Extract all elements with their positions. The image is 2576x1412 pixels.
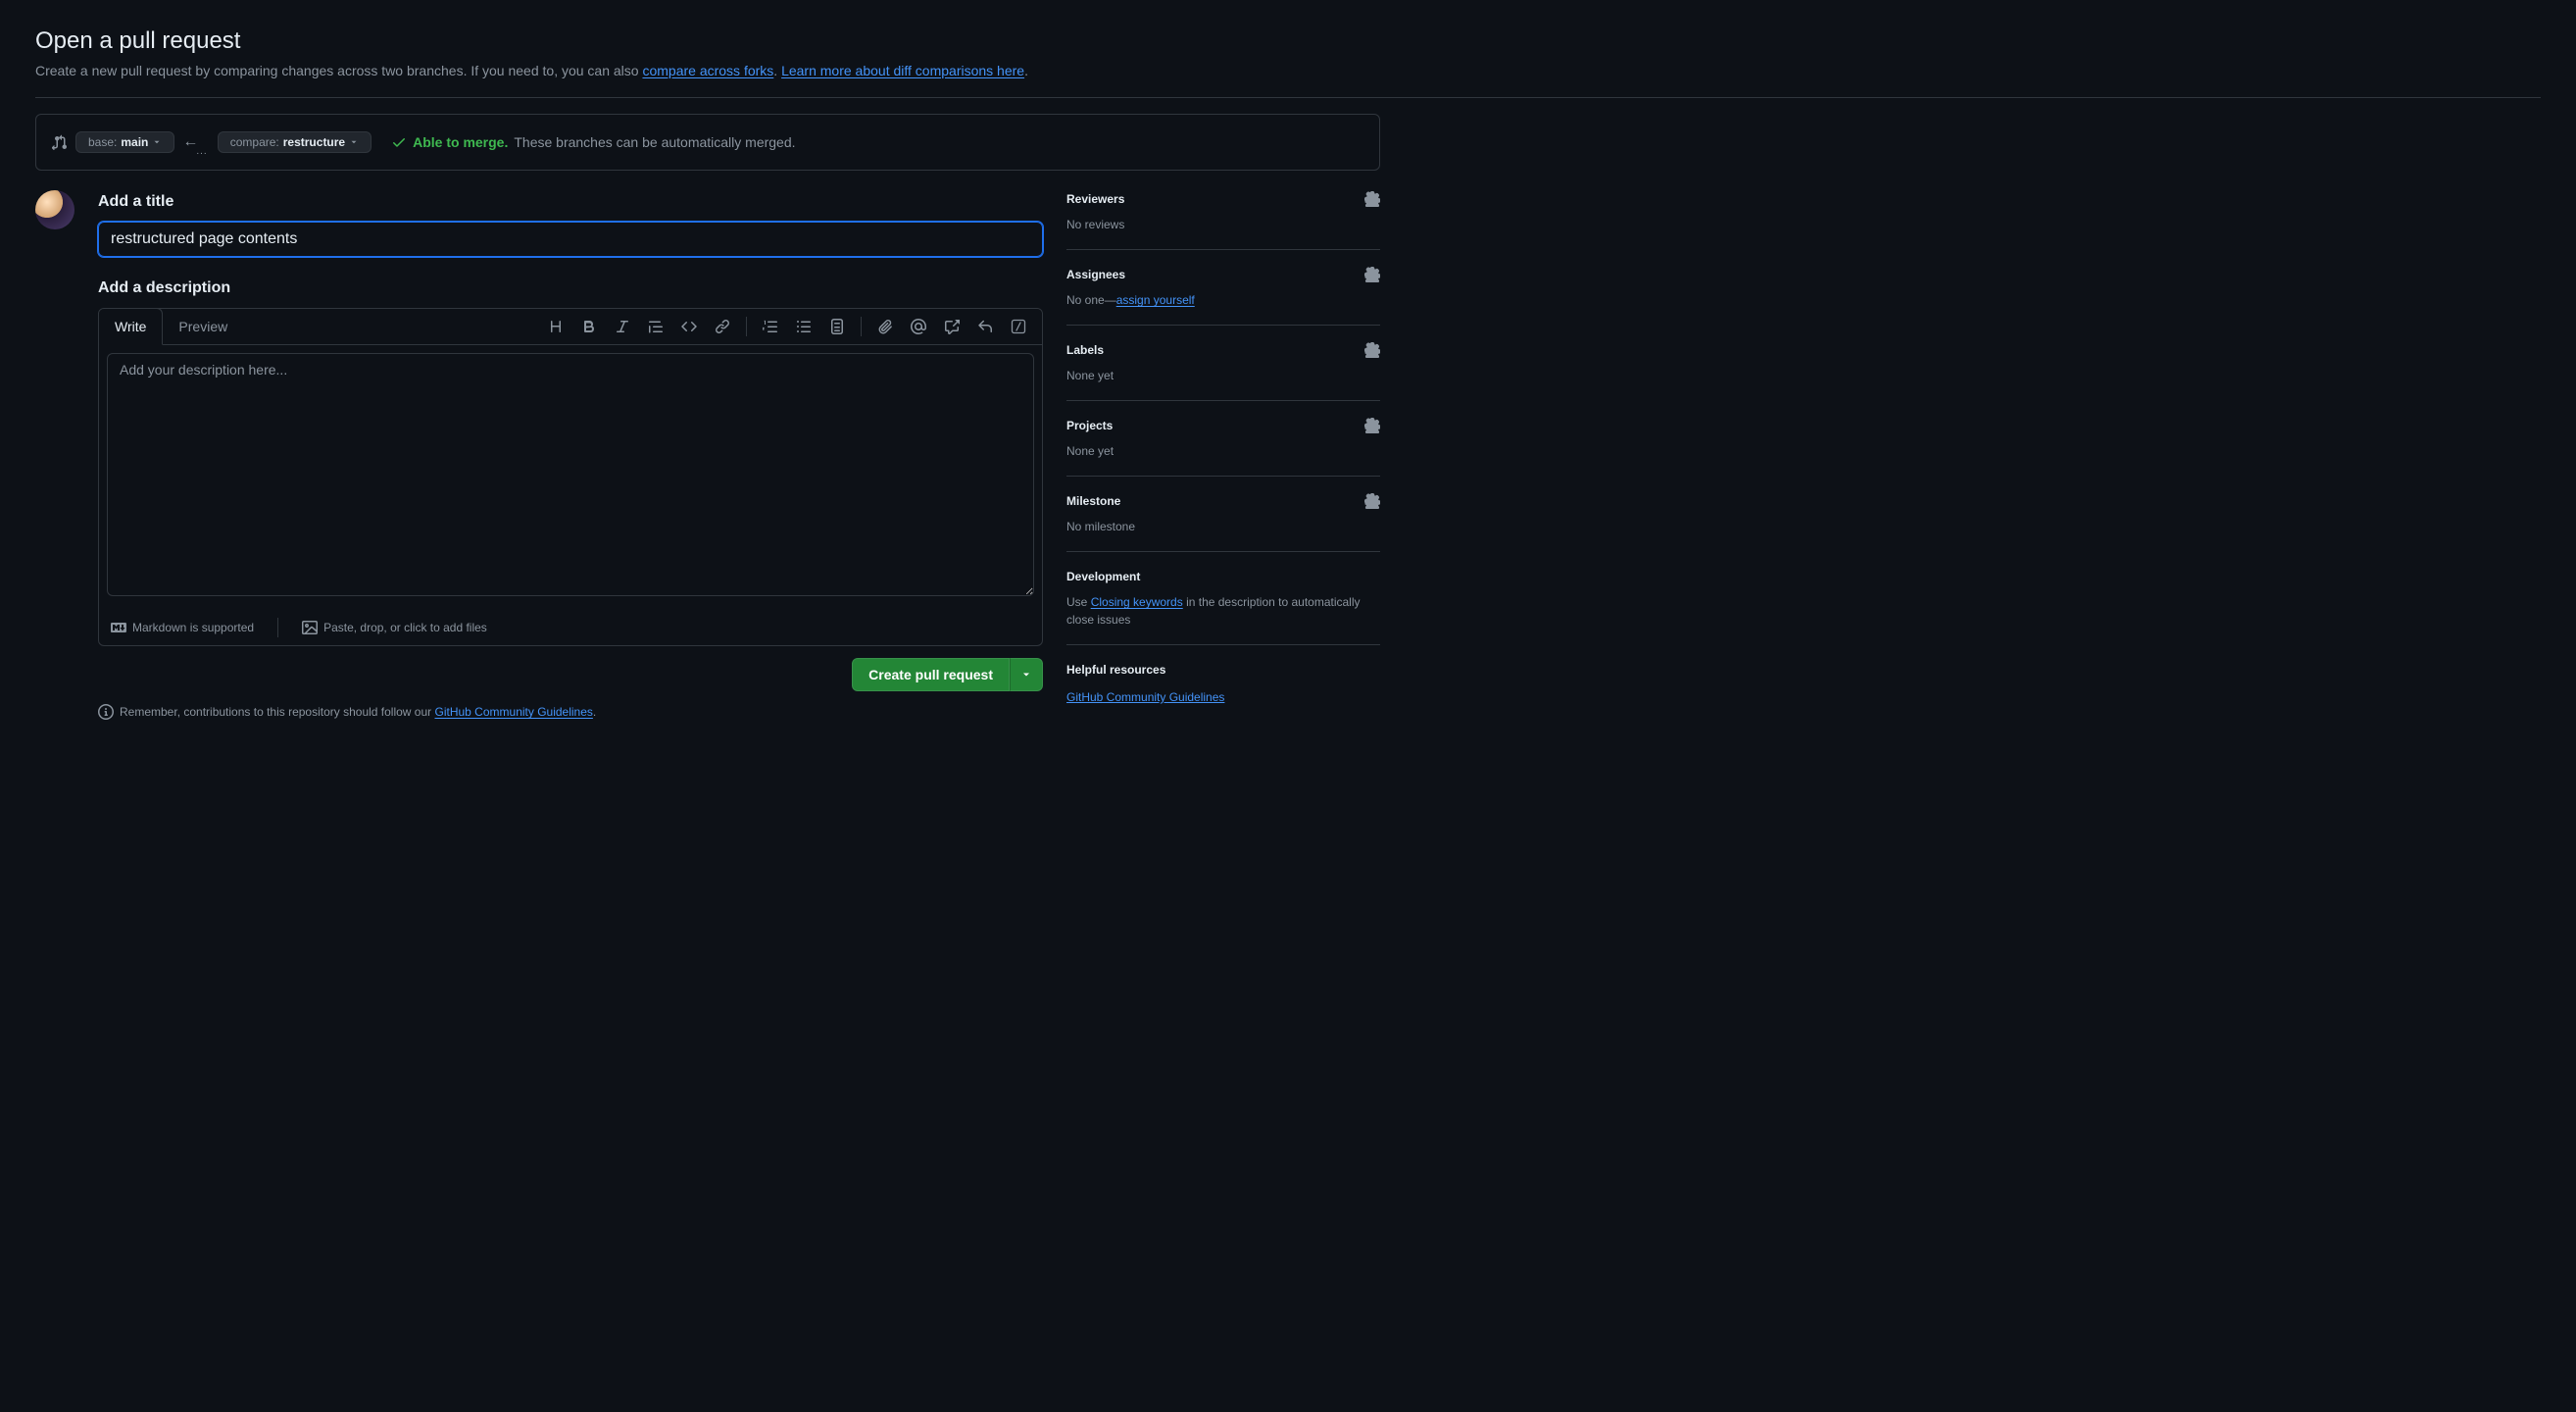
page-subtitle: Create a new pull request by comparing c… (35, 61, 2541, 98)
compare-branch-selector[interactable]: compare: restructure (218, 131, 372, 153)
milestone-title: Milestone (1066, 492, 1120, 510)
editor-toolbar (532, 311, 1042, 342)
heading-icon[interactable] (540, 311, 571, 342)
ordered-list-icon[interactable] (755, 311, 786, 342)
branch-comparison-box: base: main ←... compare: restructure Abl… (35, 114, 1380, 171)
footer-separator (277, 618, 278, 637)
assignees-title: Assignees (1066, 266, 1125, 283)
merge-able-text: Able to merge. (413, 132, 508, 153)
reviewers-body: No reviews (1066, 216, 1380, 233)
quote-icon[interactable] (640, 311, 671, 342)
info-icon (98, 704, 114, 720)
projects-body: None yet (1066, 442, 1380, 460)
assignees-body: No one—assign yourself (1066, 291, 1380, 309)
assign-yourself-link[interactable]: assign yourself (1116, 293, 1195, 307)
base-branch-selector[interactable]: base: main (75, 131, 174, 153)
create-pull-request-button[interactable]: Create pull request (852, 658, 1010, 691)
create-pull-request-dropdown[interactable] (1010, 658, 1043, 691)
tab-preview[interactable]: Preview (163, 309, 243, 344)
attach-icon[interactable] (869, 311, 901, 342)
image-icon (302, 620, 318, 635)
task-list-icon[interactable] (821, 311, 853, 342)
link-icon[interactable] (707, 311, 738, 342)
gear-icon[interactable] (1364, 493, 1380, 509)
compare-icon (52, 134, 68, 150)
code-icon[interactable] (673, 311, 705, 342)
title-input[interactable] (98, 222, 1043, 257)
compare-forks-link[interactable]: compare across forks (642, 63, 773, 78)
slash-commands-icon[interactable] (1003, 311, 1034, 342)
contribution-guidelines-note: Remember, contributions to this reposito… (98, 703, 1043, 721)
toolbar-separator (861, 317, 862, 336)
file-upload-link[interactable]: Paste, drop, or click to add files (302, 619, 487, 636)
tab-write[interactable]: Write (98, 308, 163, 345)
caret-down-icon (152, 137, 162, 147)
gear-icon[interactable] (1364, 191, 1380, 207)
caret-down-icon (349, 137, 359, 147)
development-body: Use Closing keywords in the description … (1066, 593, 1380, 629)
closing-keywords-link[interactable]: Closing keywords (1091, 595, 1183, 609)
page-title: Open a pull request (35, 24, 2541, 59)
labels-title: Labels (1066, 341, 1104, 359)
community-guidelines-link[interactable]: GitHub Community Guidelines (1066, 690, 1224, 704)
mention-icon[interactable] (903, 311, 934, 342)
sidebar: Reviewers No reviews Assignees No one—as… (1066, 190, 1380, 723)
learn-more-link[interactable]: Learn more about diff comparisons here (781, 63, 1024, 78)
markdown-icon (111, 620, 126, 635)
guidelines-link[interactable]: GitHub Community Guidelines (435, 705, 593, 719)
merge-rest-text: These branches can be automatically merg… (514, 132, 795, 153)
milestone-body: No milestone (1066, 518, 1380, 535)
title-field-label: Add a title (98, 190, 1043, 214)
avatar (35, 190, 74, 229)
arrow-left-icon: ←... (182, 130, 209, 154)
reviewers-title: Reviewers (1066, 190, 1124, 208)
description-textarea[interactable] (107, 353, 1034, 596)
description-field-label: Add a description (98, 277, 1043, 300)
unordered-list-icon[interactable] (788, 311, 819, 342)
bold-icon[interactable] (573, 311, 605, 342)
caret-down-icon (1020, 669, 1032, 681)
gear-icon[interactable] (1364, 267, 1380, 282)
labels-body: None yet (1066, 367, 1380, 384)
gear-icon[interactable] (1364, 418, 1380, 433)
gear-icon[interactable] (1364, 342, 1380, 358)
toolbar-separator (746, 317, 747, 336)
reply-icon[interactable] (969, 311, 1001, 342)
check-icon (391, 134, 407, 150)
resources-title: Helpful resources (1066, 661, 1380, 679)
description-editor: Write Preview (98, 308, 1043, 646)
subtitle-text: Create a new pull request by comparing c… (35, 63, 642, 78)
markdown-supported-link[interactable]: Markdown is supported (111, 619, 254, 636)
italic-icon[interactable] (607, 311, 638, 342)
merge-status: Able to merge. These branches can be aut… (391, 132, 795, 153)
development-title: Development (1066, 568, 1140, 585)
projects-title: Projects (1066, 417, 1113, 434)
cross-reference-icon[interactable] (936, 311, 967, 342)
